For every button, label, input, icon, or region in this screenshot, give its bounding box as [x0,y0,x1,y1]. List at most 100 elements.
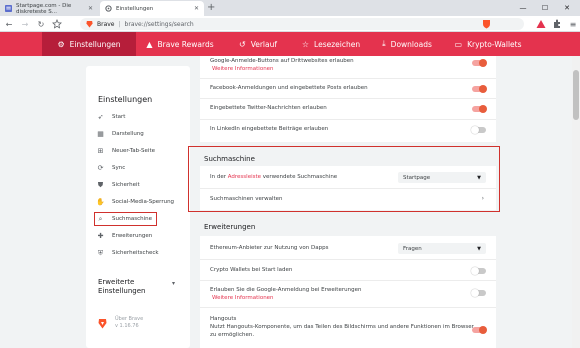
facebook-toggle[interactable] [472,85,487,93]
setting-crypto-wallets: Crypto Wallets bei Start laden [200,259,496,279]
linkedin-toggle[interactable] [471,126,486,134]
scrollbar-thumb[interactable] [573,70,579,120]
sidebar-title: Einstellungen [98,95,153,104]
sidebar-item-security-check[interactable]: ⛨ Sicherheitscheck [96,247,159,259]
sidebar-item-label: Erweiterungen [112,233,153,239]
search-engine-highlight [188,146,500,212]
sidebar-item-sync[interactable]: ⟳ Sync [96,162,126,174]
tab-title: Einstellungen [116,5,154,12]
sidebar-item-new-tab[interactable]: ⊞ Neuer-Tab-Seite [96,145,155,157]
advanced-settings-toggle[interactable]: Erweiterte Einstellungen [98,278,145,296]
setting-description: zu ermöglichen. [210,332,255,338]
social-media-card: Google-Anmelde-Buttons auf Drittwebsites… [200,56,496,142]
shield-icon: ⛊ [97,180,104,189]
address-brand: Brave [97,20,115,28]
nav-settings[interactable]: ⚙ Einstellungen [42,32,136,56]
nav-history[interactable]: ↺ Verlauf [224,32,292,56]
about-label: Über Brave [115,316,144,322]
nav-downloads[interactable]: ⤓ Downloads [370,32,444,56]
sidebar-item-label: Neuer-Tab-Seite [112,148,155,154]
triangle-icon: ▲ [146,39,153,49]
select-value: Fragen [403,245,422,252]
gear-icon: ⚙ [57,39,65,49]
more-info-link[interactable]: Weitere Informationen [212,295,274,301]
page-scrollbar[interactable] [572,56,580,348]
bookmark-star-icon[interactable] [52,19,62,29]
sidebar-item-extensions[interactable]: ✚ Erweiterungen [96,230,153,242]
toggle-knob [471,126,479,134]
setting-label: Google-Anmelde-Buttons auf Drittwebsites… [210,58,354,64]
chevron-down-icon[interactable]: ▾ [172,280,175,287]
nav-label: Lesezeichen [314,39,361,49]
sidebar-item-label: Sync [112,165,126,171]
sidebar-item-start[interactable]: ➶ Start [96,111,126,123]
gear-favicon-icon [105,5,112,12]
toggle-knob [471,267,479,275]
setting-hangouts: Hangouts Nutzt Hangouts-Komponente, um d… [200,307,496,348]
advanced-label-line1: Erweiterte [98,278,135,286]
hangouts-toggle[interactable] [472,326,487,334]
rewards-triangle-icon[interactable] [536,19,546,29]
puzzle-icon: ✚ [97,232,104,240]
sidebar-item-security[interactable]: ⛊ Sicherheit [96,179,140,191]
setting-description: Nutzt Hangouts-Komponente, um das Teilen… [210,324,474,330]
forward-icon[interactable]: → [18,16,32,32]
address-bar[interactable]: Brave | brave://settings/search [80,18,524,30]
nav-label: Verlauf [250,39,278,49]
maximize-icon[interactable]: ☐ [534,0,556,16]
setting-extension-google-login: Erlauben Sie die Google-Anmeldung bei Er… [200,280,496,306]
dropdown-arrow-icon: ▼ [477,245,481,252]
google-buttons-toggle[interactable] [472,59,487,67]
sidebar-item-appearance[interactable]: ▦ Darstellung [96,128,144,140]
tab-startpage[interactable]: Startpage.com - Die diskreteste S... ✕ [0,1,98,16]
version-label: v 1.16.76 [115,323,139,329]
ethereum-provider-select[interactable]: Fragen ▼ [398,243,486,254]
nav-brave-rewards[interactable]: ▲ Brave Rewards [136,32,224,56]
advanced-label-line2: Einstellungen [98,287,146,295]
security-check-icon: ⛨ [97,248,104,257]
setting-label: Erlauben Sie die Google-Anmeldung bei Er… [210,287,362,293]
rocket-icon: ➶ [97,113,104,121]
sidebar-item-label: Suchmaschine [112,216,152,222]
thumb-icon: ✋ [96,198,105,206]
about-brave[interactable]: Über Brave v 1.16.76 [98,316,143,330]
tab-title: Startpage.com - Die diskreteste S... [16,2,72,15]
close-window-icon[interactable]: ✕ [556,0,578,16]
tab-settings[interactable]: Einstellungen ✕ [100,1,204,16]
extensions-section-title: Erweiterungen [204,223,256,231]
setting-label: In LinkedIn eingebettete Beiträge erlaub… [210,126,329,132]
reload-icon[interactable]: ↻ [34,16,48,32]
setting-google-buttons: Google-Anmelde-Buttons auf Drittwebsites… [200,57,496,77]
setting-ethereum: Ethereum-Anbieter zur Nutzung von Dapps … [200,236,496,258]
extension-google-login-toggle[interactable] [471,289,486,297]
tab-close-icon[interactable]: ✕ [194,5,199,12]
setting-twitter: Eingebettete Twitter-Nachrichten erlaube… [200,98,496,118]
back-icon[interactable]: ← [2,16,16,32]
settings-sidebar: Einstellungen ➶ Start ▦ Darstellung ⊞ Ne… [86,66,190,348]
brave-shields-icon[interactable] [482,19,491,29]
more-info-link[interactable]: Weitere Informationen [212,66,274,72]
search-icon: ⌕ [98,214,103,223]
tab-close-icon[interactable]: ✕ [88,5,93,12]
toggle-knob [479,59,487,67]
settings-content: Einstellungen ➶ Start ▦ Darstellung ⊞ Ne… [0,56,580,348]
new-tab-icon: ⊞ [97,147,104,155]
nav-crypto-wallets[interactable]: ▭ Krypto-Wallets [444,32,532,56]
twitter-toggle[interactable] [472,105,487,113]
address-separator: | [118,20,121,28]
address-url: brave://settings/search [124,20,194,28]
nav-bookmarks[interactable]: ☆ Lesezeichen [292,32,370,56]
new-tab-icon[interactable]: + [207,2,215,14]
setting-linkedin: In LinkedIn eingebettete Beiträge erlaub… [200,119,496,139]
sidebar-item-search-engine[interactable]: ⌕ Suchmaschine [94,212,157,226]
sidebar-item-label: Sicherheitscheck [112,250,159,256]
brave-lion-icon [86,20,93,28]
bookmark-icon: ☆ [301,39,310,49]
minimize-icon[interactable]: — [512,0,534,16]
menu-icon[interactable]: ≡ [566,16,580,32]
crypto-wallets-toggle[interactable] [471,267,486,275]
sidebar-item-label: Start [112,114,126,120]
sidebar-item-social-media[interactable]: ✋ Social-Media-Sperrung [96,196,174,208]
setting-label: Facebook-Anmeldungen und eingebettete Po… [210,85,368,91]
extensions-puzzle-icon[interactable] [552,19,562,29]
